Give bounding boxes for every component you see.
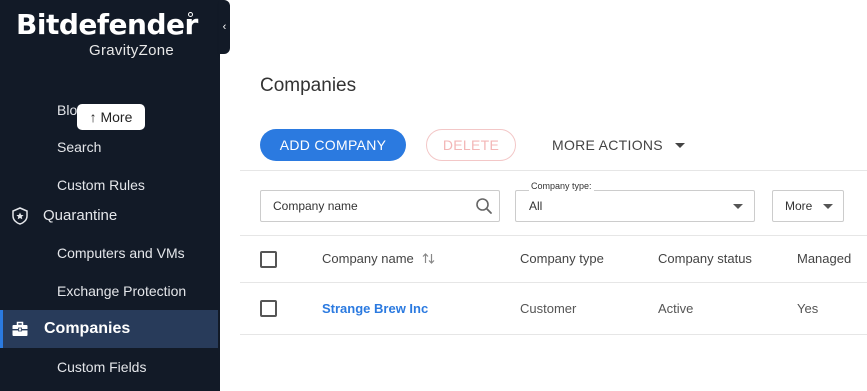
sidebar-item-label: Custom Rules (57, 177, 145, 193)
managed-cell: Yes (797, 301, 819, 316)
sidebar: Bitdefender GravityZone Blo ↑ More Searc… (0, 0, 220, 391)
sidebar-item-label: Companies (44, 320, 131, 337)
caret-down-icon (733, 204, 743, 209)
sidebar-item-custom-rules[interactable]: Custom Rules (0, 175, 218, 195)
caret-down-icon (674, 142, 685, 148)
filter-row: Company type: All More (240, 170, 867, 236)
search-icon[interactable] (475, 197, 493, 215)
sidebar-item-label: Exchange Protection (57, 283, 187, 299)
sidebar-item-label: Computers and VMs (57, 245, 185, 261)
sidebar-item-computers-vms[interactable]: Computers and VMs (0, 243, 218, 263)
sidebar-item-label: Custom Fields (57, 359, 147, 375)
sidebar-item-quarantine[interactable]: Quarantine (0, 204, 218, 228)
column-header-label: Company name (322, 251, 414, 266)
column-header-managed[interactable]: Managed (797, 251, 851, 266)
company-name-link[interactable]: Strange Brew Inc (322, 301, 428, 316)
caret-down-icon (823, 204, 833, 209)
bitdefender-logo: Bitdefender GravityZone (16, 8, 198, 59)
top-bar (220, 0, 867, 54)
select-all-checkbox[interactable] (260, 251, 277, 268)
table-header: Company name Company type Company status… (240, 237, 867, 283)
company-name-search[interactable] (260, 190, 500, 222)
company-type-label: Company type: (529, 181, 594, 191)
sidebar-item-label: Quarantine (43, 207, 118, 224)
collapse-sidebar-button[interactable]: ‹ (219, 0, 230, 54)
company-type-cell: Customer (520, 301, 577, 316)
row-checkbox[interactable] (260, 300, 277, 317)
sidebar-item-exchange-protection[interactable]: Exchange Protection (0, 281, 218, 301)
column-header-company-name[interactable]: Company name (322, 251, 435, 266)
more-filters-label: More (785, 199, 813, 213)
more-filters-button[interactable]: More (772, 190, 844, 222)
shield-star-icon (12, 207, 28, 225)
more-actions-label: MORE ACTIONS (552, 137, 663, 153)
sort-icon[interactable] (422, 252, 435, 265)
logo-text: Bitdefender (16, 8, 198, 41)
column-header-company-type[interactable]: Company type (520, 251, 604, 266)
briefcase-icon (12, 321, 28, 336)
more-tooltip[interactable]: ↑ More (77, 104, 145, 130)
logo-product-name: GravityZone (89, 42, 174, 59)
sidebar-item-search[interactable]: Search (0, 137, 218, 157)
registered-mark-icon (188, 12, 193, 17)
sidebar-item-custom-fields[interactable]: Custom Fields (0, 357, 218, 377)
page-title: Companies (260, 75, 357, 96)
company-type-value: All (529, 199, 543, 213)
company-name-input[interactable] (261, 191, 461, 221)
main-content: Companies ADD COMPANY DELETE MORE ACTION… (220, 54, 867, 391)
more-actions-button[interactable]: MORE ACTIONS (552, 129, 685, 161)
table-row: Strange Brew Inc Customer Active Yes (240, 283, 867, 335)
chevron-left-icon: ‹ (222, 21, 227, 33)
sidebar-item-label: Search (57, 139, 102, 155)
sidebar-item-label: Blo (57, 102, 78, 118)
add-company-button[interactable]: ADD COMPANY (260, 129, 406, 161)
delete-button[interactable]: DELETE (426, 129, 516, 161)
company-status-cell: Active (658, 301, 694, 316)
column-header-company-status[interactable]: Company status (658, 251, 752, 266)
company-type-select[interactable]: Company type: All (515, 181, 755, 222)
sidebar-item-companies[interactable]: Companies (0, 310, 218, 348)
